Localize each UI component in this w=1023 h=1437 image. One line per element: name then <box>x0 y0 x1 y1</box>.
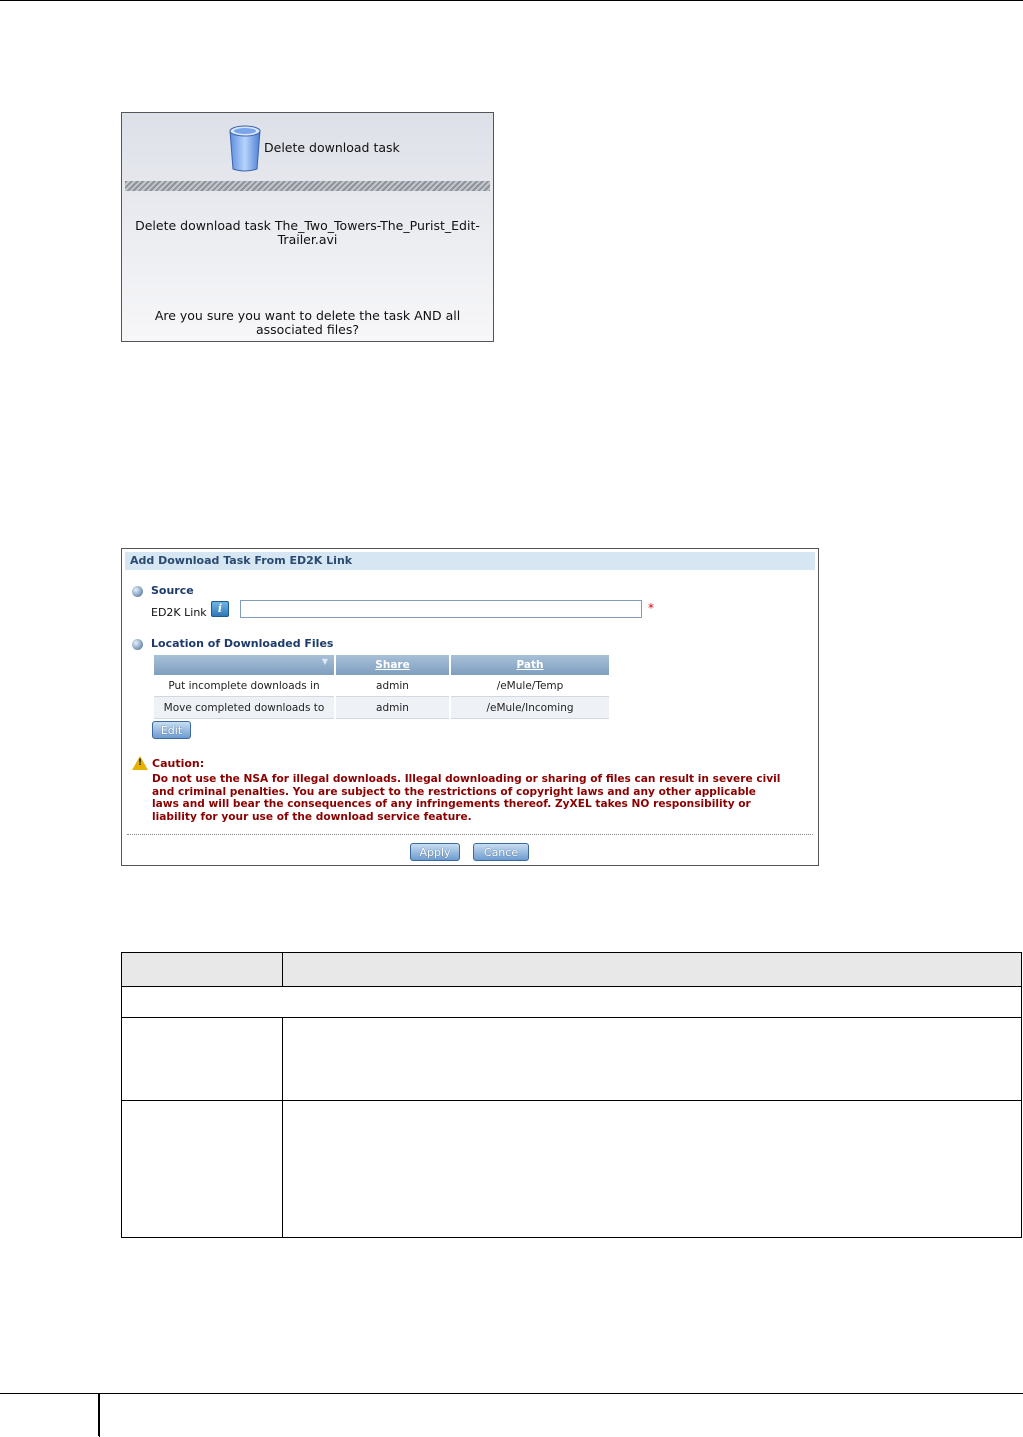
label-cell <box>121 1100 283 1238</box>
section-cell <box>121 986 1022 1018</box>
dialog-header: Delete download task <box>122 113 493 181</box>
page-top-rule <box>0 0 1023 1</box>
ed2k-link-label: ED2K Link <box>151 606 207 619</box>
caution-title: Caution: <box>152 757 205 770</box>
dialog-divider <box>125 181 490 191</box>
table-section-row <box>121 986 1022 1018</box>
table-row[interactable]: Move completed downloads to admin /eMule… <box>154 697 609 719</box>
info-icon[interactable]: i <box>211 601 229 617</box>
footer-rule <box>100 1393 1023 1394</box>
caution-text: Do not use the NSA for illegal downloads… <box>152 773 817 823</box>
row-path: /eMule/Temp <box>451 675 609 697</box>
footer-divider <box>127 834 813 835</box>
panel-title: Add Download Task From ED2K Link <box>125 552 815 570</box>
column-header-share[interactable]: Share <box>336 655 449 675</box>
bullet-icon <box>132 586 143 597</box>
location-table: ▼ Share Path Put incomplete downloads in… <box>152 655 611 719</box>
row-label: Move completed downloads to <box>154 697 334 719</box>
bullet-icon <box>132 639 143 650</box>
column-header-blank[interactable]: ▼ <box>154 655 334 675</box>
ed2k-link-input[interactable] <box>240 600 642 618</box>
source-heading: Source <box>151 584 194 597</box>
row-path: /eMule/Incoming <box>451 697 609 719</box>
warning-icon: ! <box>132 756 148 770</box>
caution-line: Do not use the NSA for illegal downloads… <box>152 773 781 785</box>
dialog-message-line1: Delete download task The_Two_Towers-The_… <box>135 218 480 233</box>
location-heading: Location of Downloaded Files <box>151 637 334 650</box>
delete-task-dialog: Delete download task Delete download tas… <box>121 112 494 342</box>
table-row[interactable]: Put incomplete downloads in admin /eMule… <box>154 675 609 697</box>
sort-arrow-icon: ▼ <box>321 657 328 666</box>
page-number-box <box>0 1393 99 1436</box>
reference-table <box>121 952 1022 1238</box>
ed2k-task-panel: Add Download Task From ED2K Link Source … <box>121 548 819 866</box>
row-share: admin <box>336 675 449 697</box>
table-row <box>121 1017 1022 1101</box>
row-share: admin <box>336 697 449 719</box>
header-cell <box>121 952 283 987</box>
table-row <box>121 1100 1022 1238</box>
page-number-box-edge <box>99 1393 100 1437</box>
required-marker: * <box>648 601 654 615</box>
label-cell <box>121 1017 283 1101</box>
description-cell <box>282 1100 1022 1238</box>
caution-line: laws and will bear the consequences of a… <box>152 798 751 810</box>
dialog-confirm-line2: associated files? <box>255 322 360 337</box>
table-header-row: ▼ Share Path <box>154 655 609 675</box>
caution-line: liability for your use of the download s… <box>152 810 472 823</box>
edit-button[interactable]: Edit <box>152 721 191 739</box>
column-header-path[interactable]: Path <box>451 655 609 675</box>
description-cell <box>282 1017 1022 1101</box>
header-cell <box>282 952 1022 987</box>
trash-bin-icon <box>229 125 261 172</box>
dialog-title: Delete download task <box>264 140 400 155</box>
cancel-button[interactable]: Cance <box>473 843 529 861</box>
caution-line: and criminal penalties. You are subject … <box>152 785 756 798</box>
row-label: Put incomplete downloads in <box>154 675 334 697</box>
dialog-message-line2: Trailer.avi <box>277 232 338 247</box>
table-header-row <box>121 952 1022 987</box>
apply-button[interactable]: Apply <box>410 843 460 861</box>
dialog-confirm-line1: Are you sure you want to delete the task… <box>154 308 461 323</box>
